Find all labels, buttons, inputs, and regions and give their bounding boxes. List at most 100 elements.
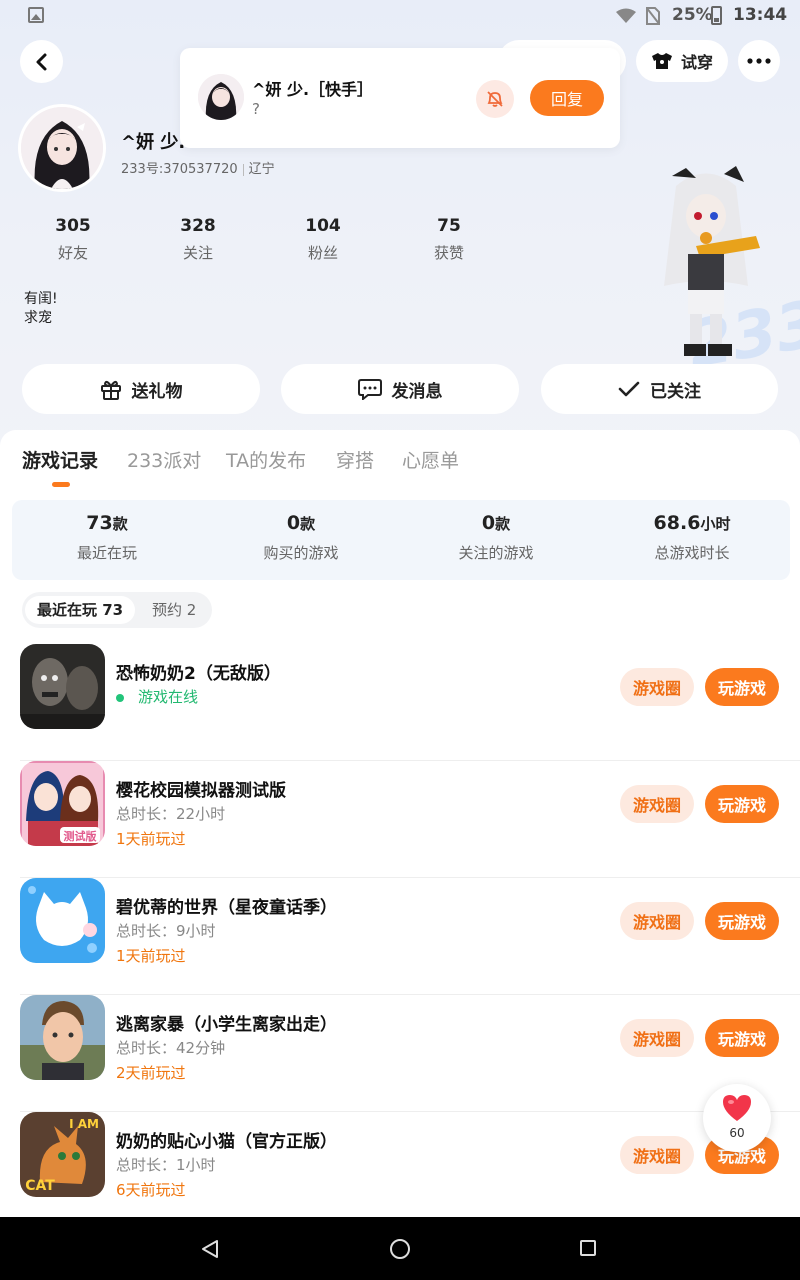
game-title: 逃离家暴（小学生离家出走） — [116, 1015, 337, 1035]
game-circle-button[interactable]: 游戏圈 — [620, 668, 694, 706]
nav-home-icon[interactable] — [390, 1239, 410, 1259]
followed-label: 已关注 — [650, 381, 701, 402]
mute-notification-button[interactable] — [476, 80, 514, 118]
test-badge-text: 测试版 — [64, 829, 97, 843]
online-status-text: 游戏在线 — [138, 688, 199, 706]
summary-total-playtime[interactable]: 68.6小时 总游戏时长 — [597, 512, 787, 563]
image-notification-icon — [28, 7, 44, 23]
game-icon-art — [20, 878, 105, 963]
nav-back-icon[interactable] — [200, 1239, 220, 1259]
game-list-item[interactable]: 恐怖奶奶2（无敌版） 游戏在线 游戏圈 玩游戏 — [20, 644, 800, 761]
profile-bio: 有闺! 求宠 — [24, 290, 58, 328]
profile-id: 233号:370537720 — [121, 162, 238, 177]
summary-label: 购买的游戏 — [263, 544, 339, 562]
bio-line: 求宠 — [24, 310, 52, 326]
try-on-button[interactable]: 试穿 — [636, 40, 728, 82]
stat-value: 328 — [180, 216, 216, 236]
play-game-button[interactable]: 玩游戏 — [705, 1019, 779, 1057]
nav-recent-apps-icon[interactable] — [580, 1240, 596, 1256]
summary-purchased-games[interactable]: 0款 购买的游戏 — [206, 512, 396, 563]
game-list-item[interactable]: 逃离家暴（小学生离家出走） 总时长：42分钟 2天前玩过 游戏圈 玩游戏 — [20, 995, 800, 1112]
game-icon-escape-home[interactable] — [20, 995, 105, 1080]
summary-unit: 款 — [112, 515, 128, 533]
floating-like-button[interactable]: 60 — [703, 1084, 771, 1152]
tshirt-icon — [651, 53, 672, 69]
play-game-button[interactable]: 玩游戏 — [705, 902, 779, 940]
heart-icon — [723, 1095, 751, 1121]
bio-line: 有闺! — [24, 291, 58, 307]
stat-label: 关注 — [182, 244, 213, 262]
game-circle-button[interactable]: 游戏圈 — [620, 1136, 694, 1174]
chat-bubble-icon — [357, 379, 382, 400]
game-list-item[interactable]: I AM CAT 奶奶的贴心小猫（官方正版） 总时长：1小时 6天前玩过 游戏圈… — [20, 1112, 800, 1229]
game-list-item[interactable]: 碧优蒂的世界（星夜童话季） 总时长：9小时 1天前玩过 游戏圈 玩游戏 — [20, 878, 800, 995]
chevron-left-icon — [36, 53, 46, 70]
game-last-played: 6天前玩过 — [116, 1181, 186, 1199]
send-gift-button[interactable]: 送礼物 — [22, 364, 260, 414]
profile-location: 辽宁 — [248, 162, 275, 177]
game-last-played: 2天前玩过 — [116, 1064, 186, 1082]
tab-wishlist[interactable]: 心愿单 — [402, 446, 459, 473]
reply-button[interactable]: 回复 — [530, 80, 604, 116]
tab-outfits[interactable]: 穿搭 — [336, 446, 374, 473]
summary-unit: 款 — [495, 515, 511, 533]
game-icon-granny-cat[interactable]: I AM CAT — [20, 1112, 105, 1197]
stat-likes[interactable]: 75 获赞 — [399, 216, 499, 263]
game-title: 奶奶的贴心小猫（官方正版） — [116, 1132, 337, 1152]
game-summary-card: 73款 最近在玩 0款 购买的游戏 0款 关注的游戏 68.6小时 总游戏时长 — [12, 500, 790, 580]
active-tab-indicator — [52, 482, 70, 487]
notification-avatar-illustration — [198, 74, 244, 120]
profile-avatar[interactable] — [18, 104, 106, 192]
game-playtime: 总时长：22小时 — [116, 805, 226, 823]
no-sim-icon — [646, 7, 660, 25]
game-icon-art: 测试版 — [20, 761, 105, 846]
filter-reserved[interactable]: 预约 2 — [140, 596, 208, 624]
summary-recent-playing[interactable]: 73款 最近在玩 — [12, 512, 202, 563]
game-last-played: 1天前玩过 — [116, 947, 186, 965]
tab-game-records[interactable]: 游戏记录 — [22, 446, 98, 473]
tab-233-party[interactable]: 233派对 — [127, 446, 201, 473]
stat-fans[interactable]: 104 粉丝 — [273, 216, 373, 263]
game-circle-button[interactable]: 游戏圈 — [620, 785, 694, 823]
game-circle-button[interactable]: 游戏圈 — [620, 902, 694, 940]
checkmark-icon — [618, 381, 640, 397]
summary-value: 68.6 — [653, 512, 701, 534]
summary-label: 关注的游戏 — [458, 544, 534, 562]
game-icon-sakura-school[interactable]: 测试版 — [20, 761, 105, 846]
stat-value: 75 — [437, 216, 461, 236]
profile-name: ^妍 少. — [121, 132, 186, 153]
bell-off-icon — [487, 91, 503, 107]
play-game-button[interactable]: 玩游戏 — [705, 785, 779, 823]
stat-friends[interactable]: 305 好友 — [23, 216, 123, 263]
game-title: 碧优蒂的世界（星夜童话季） — [116, 898, 337, 918]
notification-sender: ^妍 少.［快手］ — [252, 80, 374, 99]
game-icon-granny[interactable] — [20, 644, 105, 729]
notification-avatar — [198, 74, 244, 120]
game-icon-art — [20, 995, 105, 1080]
stat-label: 粉丝 — [307, 244, 338, 262]
send-gift-label: 送礼物 — [131, 381, 183, 402]
tab-posts[interactable]: TA的发布 — [226, 446, 306, 473]
summary-unit: 款 — [300, 515, 316, 533]
followed-button[interactable]: 已关注 — [541, 364, 778, 414]
filter-recent-playing[interactable]: 最近在玩 73 — [25, 596, 136, 624]
summary-followed-games[interactable]: 0款 关注的游戏 — [401, 512, 591, 563]
game-list-item[interactable]: 测试版 樱花校园模拟器测试版 总时长：22小时 1天前玩过 游戏圈 玩游戏 — [20, 761, 800, 878]
back-button[interactable] — [20, 40, 63, 83]
game-playtime: 总时长：42分钟 — [116, 1039, 226, 1057]
stat-following[interactable]: 328 关注 — [148, 216, 248, 263]
avatar-illustration — [21, 107, 103, 189]
more-options-button[interactable] — [738, 40, 780, 82]
play-game-button[interactable]: 玩游戏 — [705, 668, 779, 706]
send-message-button[interactable]: 发消息 — [281, 364, 519, 414]
game-icon-beauty-world[interactable] — [20, 878, 105, 963]
gift-icon — [100, 380, 121, 400]
battery-percentage: 25% — [672, 5, 713, 25]
message-notification-popup[interactable]: ^妍 少.［快手］ ? 回复 — [180, 48, 620, 148]
game-title: 樱花校园模拟器测试版 — [116, 781, 286, 801]
stat-label: 获赞 — [433, 244, 464, 262]
game-circle-button[interactable]: 游戏圈 — [620, 1019, 694, 1057]
battery-icon — [711, 6, 722, 25]
avatar-character-figure[interactable] — [636, 166, 776, 366]
more-dots-icon — [747, 58, 771, 64]
